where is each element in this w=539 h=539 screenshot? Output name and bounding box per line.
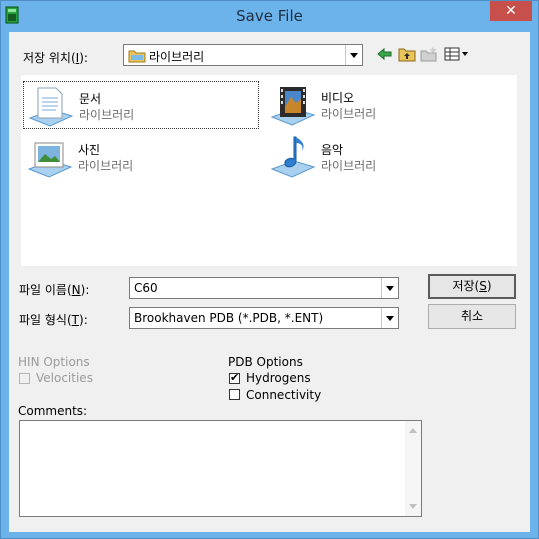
library-item-type: 라이브러리 — [321, 159, 377, 173]
back-arrow-icon[interactable] — [375, 45, 395, 63]
file-type-value: Brookhaven PDB (*.PDB, *.ENT) — [134, 311, 324, 325]
library-item-music[interactable]: 음악 라이브러리 — [266, 133, 502, 181]
file-name-label: 파일 이름(N): — [19, 283, 90, 297]
library-item-pictures[interactable]: 사진 라이브러리 — [23, 133, 259, 181]
library-item-name: 문서 — [79, 92, 102, 106]
file-name-value: C60 — [134, 281, 158, 295]
chevron-down-icon[interactable] — [345, 45, 362, 65]
up-folder-icon[interactable] — [397, 45, 417, 63]
window-title: Save File — [236, 7, 303, 25]
scroll-down-icon[interactable] — [409, 504, 417, 509]
hydrogens-checkbox[interactable]: ✔ — [229, 371, 240, 384]
file-type-select[interactable]: Brookhaven PDB (*.PDB, *.ENT) — [129, 307, 399, 329]
documents-library-icon — [28, 87, 74, 127]
file-type-label: 파일 형식(T): — [19, 313, 88, 327]
videos-library-icon — [270, 87, 316, 126]
comments-textarea[interactable] — [19, 420, 422, 517]
velocities-checkbox — [19, 373, 30, 384]
file-list[interactable]: 문서 라이브러리 비디오 라이브러리 사진 라이브러리 음악 라이브러리 — [21, 75, 517, 266]
connectivity-label[interactable]: Connectivity — [246, 388, 321, 402]
close-icon: ✕ — [505, 3, 517, 19]
library-item-documents[interactable]: 문서 라이브러리 — [23, 81, 259, 129]
connectivity-checkbox[interactable] — [229, 389, 240, 400]
velocities-label: Velocities — [36, 371, 93, 385]
dialog-body: 저장 위치(I): 라이브러리 문서 라이브러리 비디오 라이브러리 사진 라이… — [9, 32, 530, 532]
cancel-button[interactable]: 취소 — [428, 304, 516, 329]
save-location-combo[interactable]: 라이브러리 — [123, 44, 363, 66]
file-name-input[interactable]: C60 — [129, 277, 399, 299]
library-folder-icon — [128, 50, 146, 63]
title-bar[interactable]: Save File ✕ — [1, 1, 538, 31]
save-location-label: 저장 위치(I): — [23, 51, 88, 65]
save-button[interactable]: 저장(S) — [428, 274, 516, 299]
library-item-name: 사진 — [78, 143, 101, 157]
pictures-library-icon — [27, 142, 73, 178]
music-library-icon — [270, 136, 316, 178]
save-location-value: 라이브러리 — [149, 50, 205, 64]
save-file-dialog: Save File ✕ 저장 위치(I): 라이브러리 문서 라이브러리 비디오… — [0, 0, 539, 539]
scroll-up-icon[interactable] — [409, 428, 417, 433]
library-item-name: 음악 — [321, 143, 344, 157]
new-folder-icon — [420, 46, 437, 62]
library-item-type: 라이브러리 — [78, 159, 134, 173]
library-item-type: 라이브러리 — [79, 108, 135, 122]
chevron-down-icon[interactable] — [381, 278, 398, 298]
library-item-type: 라이브러리 — [321, 107, 377, 121]
chevron-down-icon[interactable] — [381, 308, 398, 328]
close-button[interactable]: ✕ — [490, 1, 532, 21]
view-menu-icon[interactable] — [443, 45, 471, 63]
comments-scrollbar[interactable] — [405, 421, 421, 516]
library-item-name: 비디오 — [321, 91, 355, 105]
library-item-videos[interactable]: 비디오 라이브러리 — [266, 81, 502, 129]
hin-options-title: HIN Options — [18, 355, 90, 369]
pdb-options-title: PDB Options — [228, 355, 303, 369]
check-icon: ✔ — [230, 371, 240, 384]
hydrogens-label[interactable]: Hydrogens — [246, 371, 311, 385]
comments-label: Comments: — [18, 404, 88, 418]
